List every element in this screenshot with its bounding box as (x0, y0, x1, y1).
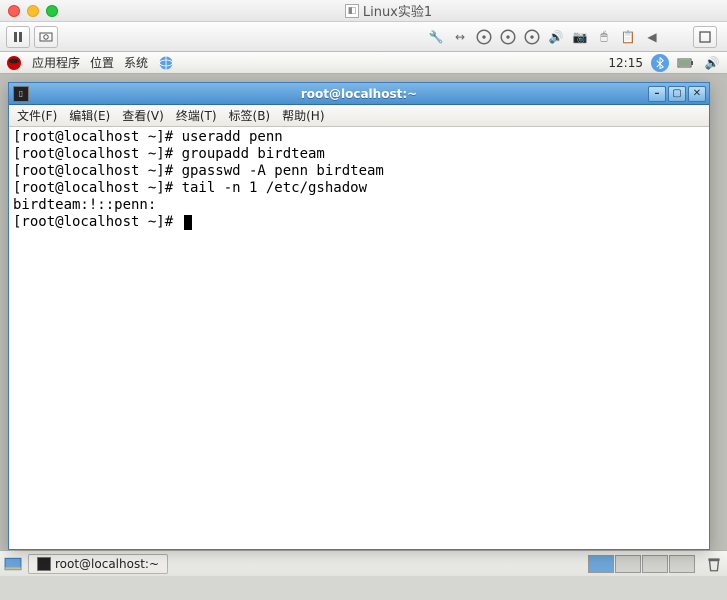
fullscreen-button[interactable] (693, 26, 717, 48)
settings-icon[interactable]: 🔧 (427, 28, 445, 46)
show-desktop-icon[interactable] (4, 555, 22, 573)
snapshot-button[interactable] (34, 26, 58, 48)
browser-launcher-icon[interactable] (158, 55, 174, 71)
workspace-4[interactable] (669, 555, 695, 573)
menu-help[interactable]: 帮助(H) (282, 107, 324, 124)
disk3-icon[interactable] (523, 28, 541, 46)
guest-desktop: 应用程序 位置 系统 12:15 🔊 ▯ root@localhost:~ – … (0, 52, 727, 576)
terminal-title-text: root@localhost:~ (9, 87, 709, 101)
vm-status-icons: 🔧 ↔ 🔊 📷 🖱 📋 ◀ (427, 26, 721, 48)
vm-toolbar: 🔧 ↔ 🔊 📷 🖱 📋 ◀ (0, 22, 727, 52)
network-icon[interactable]: ↔ (451, 28, 469, 46)
menu-places[interactable]: 位置 (90, 54, 114, 71)
cursor (184, 215, 192, 230)
mouse-icon[interactable]: 🖱 (595, 28, 613, 46)
disk2-icon[interactable] (499, 28, 517, 46)
terminal-output[interactable]: [root@localhost ~]# useradd penn [root@l… (9, 127, 709, 549)
guest-taskbar: root@localhost:~ (0, 550, 727, 576)
terminal-titlebar[interactable]: ▯ root@localhost:~ – ▢ ✕ (9, 83, 709, 105)
vm-window-title: ◧ Linux实验1 (58, 1, 719, 20)
zoom-icon[interactable] (46, 5, 58, 17)
traffic-lights (8, 5, 58, 17)
battery-icon[interactable] (677, 54, 695, 72)
menu-file[interactable]: 文件(F) (17, 107, 57, 124)
menu-applications[interactable]: 应用程序 (32, 54, 80, 71)
maximize-button[interactable]: ▢ (668, 86, 686, 102)
menu-view[interactable]: 查看(V) (122, 107, 164, 124)
menu-system[interactable]: 系统 (124, 54, 148, 71)
system-tray: 12:15 🔊 (608, 54, 721, 72)
workspace-1[interactable] (588, 555, 614, 573)
workspace-switcher[interactable] (588, 555, 695, 573)
guest-menubar: 应用程序 位置 系统 12:15 🔊 (0, 52, 727, 74)
terminal-task-icon (37, 557, 51, 571)
back-icon[interactable]: ◀ (643, 28, 661, 46)
vm-window-titlebar: ◧ Linux实验1 (0, 0, 727, 22)
terminal-window-controls: – ▢ ✕ (648, 86, 709, 102)
menu-tabs[interactable]: 标签(B) (229, 107, 271, 124)
terminal-menubar: 文件(F) 编辑(E) 查看(V) 终端(T) 标签(B) 帮助(H) (9, 105, 709, 127)
audio-icon[interactable]: 🔊 (547, 28, 565, 46)
trash-icon[interactable] (705, 555, 723, 573)
terminal-title-icon: ▯ (13, 86, 29, 102)
volume-icon[interactable]: 🔊 (703, 54, 721, 72)
pause-button[interactable] (6, 26, 30, 48)
close-button[interactable]: ✕ (688, 86, 706, 102)
workspace-3[interactable] (642, 555, 668, 573)
vm-app-icon: ◧ (345, 4, 359, 18)
taskbar-entry-terminal[interactable]: root@localhost:~ (28, 554, 168, 574)
minimize-button[interactable]: – (648, 86, 666, 102)
terminal-window: ▯ root@localhost:~ – ▢ ✕ 文件(F) 编辑(E) 查看(… (8, 82, 710, 550)
vm-title-text: Linux实验1 (363, 1, 432, 20)
menu-terminal[interactable]: 终端(T) (176, 107, 217, 124)
minimize-icon[interactable] (27, 5, 39, 17)
menu-edit[interactable]: 编辑(E) (69, 107, 110, 124)
clock[interactable]: 12:15 (608, 56, 643, 70)
clipboard-icon[interactable]: 📋 (619, 28, 637, 46)
workspace-2[interactable] (615, 555, 641, 573)
taskbar-entry-label: root@localhost:~ (55, 557, 159, 571)
redhat-logo-icon[interactable] (6, 55, 22, 71)
camera-icon[interactable]: 📷 (571, 28, 589, 46)
bluetooth-icon[interactable] (651, 54, 669, 72)
disk1-icon[interactable] (475, 28, 493, 46)
close-icon[interactable] (8, 5, 20, 17)
